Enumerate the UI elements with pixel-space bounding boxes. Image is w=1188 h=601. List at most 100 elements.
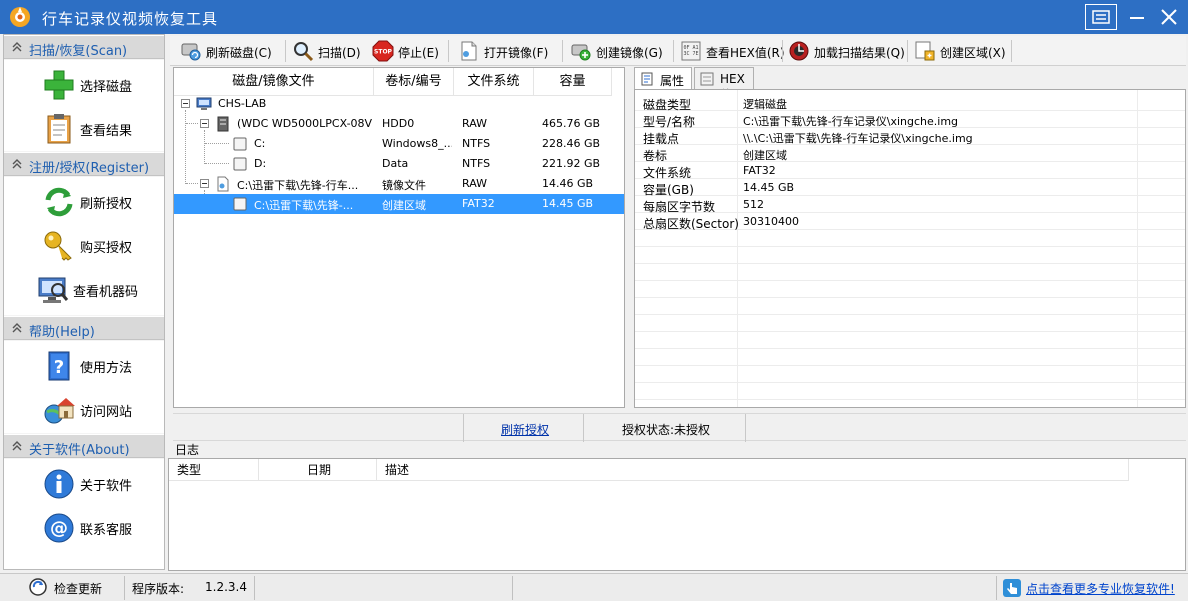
menu-button[interactable] — [1085, 4, 1117, 30]
row-name: (WDC WD5000LPCX-08VHA — [237, 117, 373, 130]
table-row[interactable]: C:\迅雷下载\先锋-行车... 镜像文件 RAW 14.46 GB — [174, 174, 624, 194]
tab-properties[interactable]: 属性 — [634, 67, 692, 90]
view-machine-code-item[interactable]: 查看机器码 — [4, 269, 164, 309]
property-row-empty — [635, 281, 1185, 298]
row-fs: RAW — [462, 117, 487, 130]
computer-icon — [38, 277, 69, 303]
help-book-icon: ? — [48, 351, 70, 381]
section-scan-header[interactable]: 扫描/恢复(Scan) — [4, 35, 164, 59]
property-row: 卷标 创建区域 — [635, 145, 1185, 163]
buy-auth-item[interactable]: 购买授权 — [4, 225, 164, 265]
strip-separator — [583, 414, 584, 442]
refresh-disk-button[interactable]: 刷新磁盘(C) — [178, 38, 278, 64]
refresh-auth-link[interactable]: 刷新授权 — [501, 421, 549, 438]
column-header-label[interactable]: 卷标/编号 — [374, 68, 454, 96]
table-row[interactable]: D: Data NTFS 221.92 GB — [174, 154, 624, 174]
column-header-size[interactable]: 容量 — [534, 68, 612, 96]
svg-text:?: ? — [54, 357, 64, 378]
version-label: 程序版本: — [132, 582, 185, 596]
toolbar-label: 加载扫描结果(Q) — [814, 46, 905, 60]
collapse-box-icon — [200, 119, 209, 128]
tab-hex[interactable]: HEX值 — [694, 67, 754, 102]
open-image-button[interactable]: 打开镜像(F) — [456, 38, 556, 64]
section-register-header[interactable]: 注册/授权(Register) — [4, 152, 164, 176]
view-hex-button[interactable]: 0F A1 3C 7E 查看HEX值(R) — [678, 38, 785, 64]
select-disk-item[interactable]: 选择磁盘 — [4, 64, 164, 104]
collapse-chevron-icon — [12, 441, 22, 451]
close-button[interactable] — [1153, 4, 1185, 30]
column-header-disk[interactable]: 磁盘/镜像文件 — [174, 68, 374, 96]
status-separator — [124, 576, 125, 600]
email-at-icon: @ — [44, 513, 74, 543]
property-value: FAT32 — [743, 164, 776, 177]
section-label: 扫描/恢复(Scan) — [29, 44, 128, 59]
toolbar-separator — [285, 40, 286, 62]
property-row: 型号/名称 C:\迅雷下载\先锋-行车记录仪\xingche.img — [635, 111, 1185, 129]
property-row: 挂载点 \\.\C:\迅雷下载\先锋-行车记录仪\xingche.img — [635, 128, 1185, 146]
column-header-fs[interactable]: 文件系统 — [454, 68, 534, 96]
volume-icon — [233, 137, 247, 151]
sidebar: 扫描/恢复(Scan) 选择磁盘 查看结果 注册/授权(Register) 刷新… — [3, 34, 165, 570]
create-image-button[interactable]: 创建镜像(G) — [568, 38, 668, 64]
usage-item[interactable]: ? 使用方法 — [4, 345, 164, 385]
property-panel: 磁盘类型 逻辑磁盘 型号/名称 C:\迅雷下载\先锋-行车记录仪\xingche.i… — [634, 89, 1186, 408]
sidebar-item-label: 刷新授权 — [80, 197, 133, 212]
toolbar: 刷新磁盘(C) 扫描(D) STOP 停止(E) 打开镜像(F) 创建镜像(G)… — [170, 36, 1186, 66]
collapse-chevron-icon — [12, 323, 22, 333]
row-size: 465.76 GB — [542, 117, 601, 130]
collapse-box-icon — [200, 179, 209, 188]
minimize-button[interactable] — [1121, 4, 1153, 30]
app-logo-icon — [10, 7, 30, 27]
section-label: 关于软件(About) — [29, 443, 130, 458]
property-value: \\.\C:\迅雷下载\先锋-行车记录仪\xingche.img — [743, 132, 973, 145]
version-value: 1.2.3.4 — [205, 580, 247, 594]
toolbar-separator — [782, 40, 783, 62]
property-row-empty — [635, 230, 1185, 247]
sidebar-item-label: 查看结果 — [80, 124, 133, 139]
visit-website-item[interactable]: 访问网站 — [4, 389, 164, 429]
property-row-empty — [635, 332, 1185, 349]
about-software-item[interactable]: 关于软件 — [4, 463, 164, 503]
table-row-selected[interactable]: C:\迅雷下载\先锋-... 创建区域 FAT32 14.45 GB — [174, 194, 624, 214]
update-icon[interactable] — [28, 577, 48, 597]
row-name: C: — [254, 137, 266, 150]
contact-support-item[interactable]: @ 联系客服 — [4, 507, 164, 547]
view-results-item[interactable]: 查看结果 — [4, 108, 164, 148]
property-row: 磁盘类型 逻辑磁盘 — [635, 94, 1185, 112]
log-column-date[interactable]: 日期 — [259, 459, 377, 481]
status-separator — [512, 576, 513, 600]
more-software-link[interactable]: 点击查看更多专业恢复软件! — [1026, 580, 1175, 597]
create-region-icon — [915, 41, 935, 61]
row-fs: NTFS — [462, 137, 491, 150]
scan-button[interactable]: 扫描(D) — [290, 38, 362, 64]
stop-icon: STOP — [372, 40, 394, 62]
row-size: 14.46 GB — [542, 177, 594, 190]
svg-text:STOP: STOP — [374, 49, 393, 56]
magnifier-icon — [294, 42, 314, 62]
log-column-desc[interactable]: 描述 — [377, 459, 1129, 481]
sidebar-item-label: 访问网站 — [80, 405, 133, 420]
create-region-button[interactable]: 创建区域(X) — [912, 38, 1012, 64]
log-list[interactable]: 类型 日期 描述 — [168, 458, 1186, 571]
row-label: 创建区域 — [382, 199, 426, 212]
property-row-empty — [635, 264, 1185, 281]
section-help-header[interactable]: 帮助(Help) — [4, 316, 164, 340]
volume-icon — [233, 157, 247, 171]
table-row[interactable]: C: Windows8_... NTFS 228.46 GB — [174, 134, 624, 154]
minimize-icon — [1130, 17, 1144, 19]
disk-tree-list[interactable]: 磁盘/镜像文件 卷标/编号 文件系统 容量 CHS-LAB (WDC WD500… — [173, 67, 625, 408]
stop-button[interactable]: STOP 停止(E) — [370, 38, 442, 64]
check-update-button[interactable]: 检查更新 — [54, 580, 102, 597]
refresh-auth-item[interactable]: 刷新授权 — [4, 181, 164, 221]
section-about-header[interactable]: 关于软件(About) — [4, 434, 164, 458]
refresh-icon — [45, 187, 73, 217]
property-row: 总扇区数(Sector) 30310400 — [635, 213, 1185, 231]
property-row-empty — [635, 247, 1185, 264]
hex-icon: 0F A13C 7E — [681, 41, 701, 61]
row-size: 228.46 GB — [542, 137, 601, 150]
table-row[interactable]: CHS-LAB — [174, 94, 624, 114]
log-column-type[interactable]: 类型 — [169, 459, 259, 481]
load-scan-result-button[interactable]: 加载扫描结果(Q) — [786, 38, 906, 64]
log-title: 日志 — [175, 443, 200, 457]
table-row[interactable]: (WDC WD5000LPCX-08VHA HDD0 RAW 465.76 GB — [174, 114, 624, 134]
